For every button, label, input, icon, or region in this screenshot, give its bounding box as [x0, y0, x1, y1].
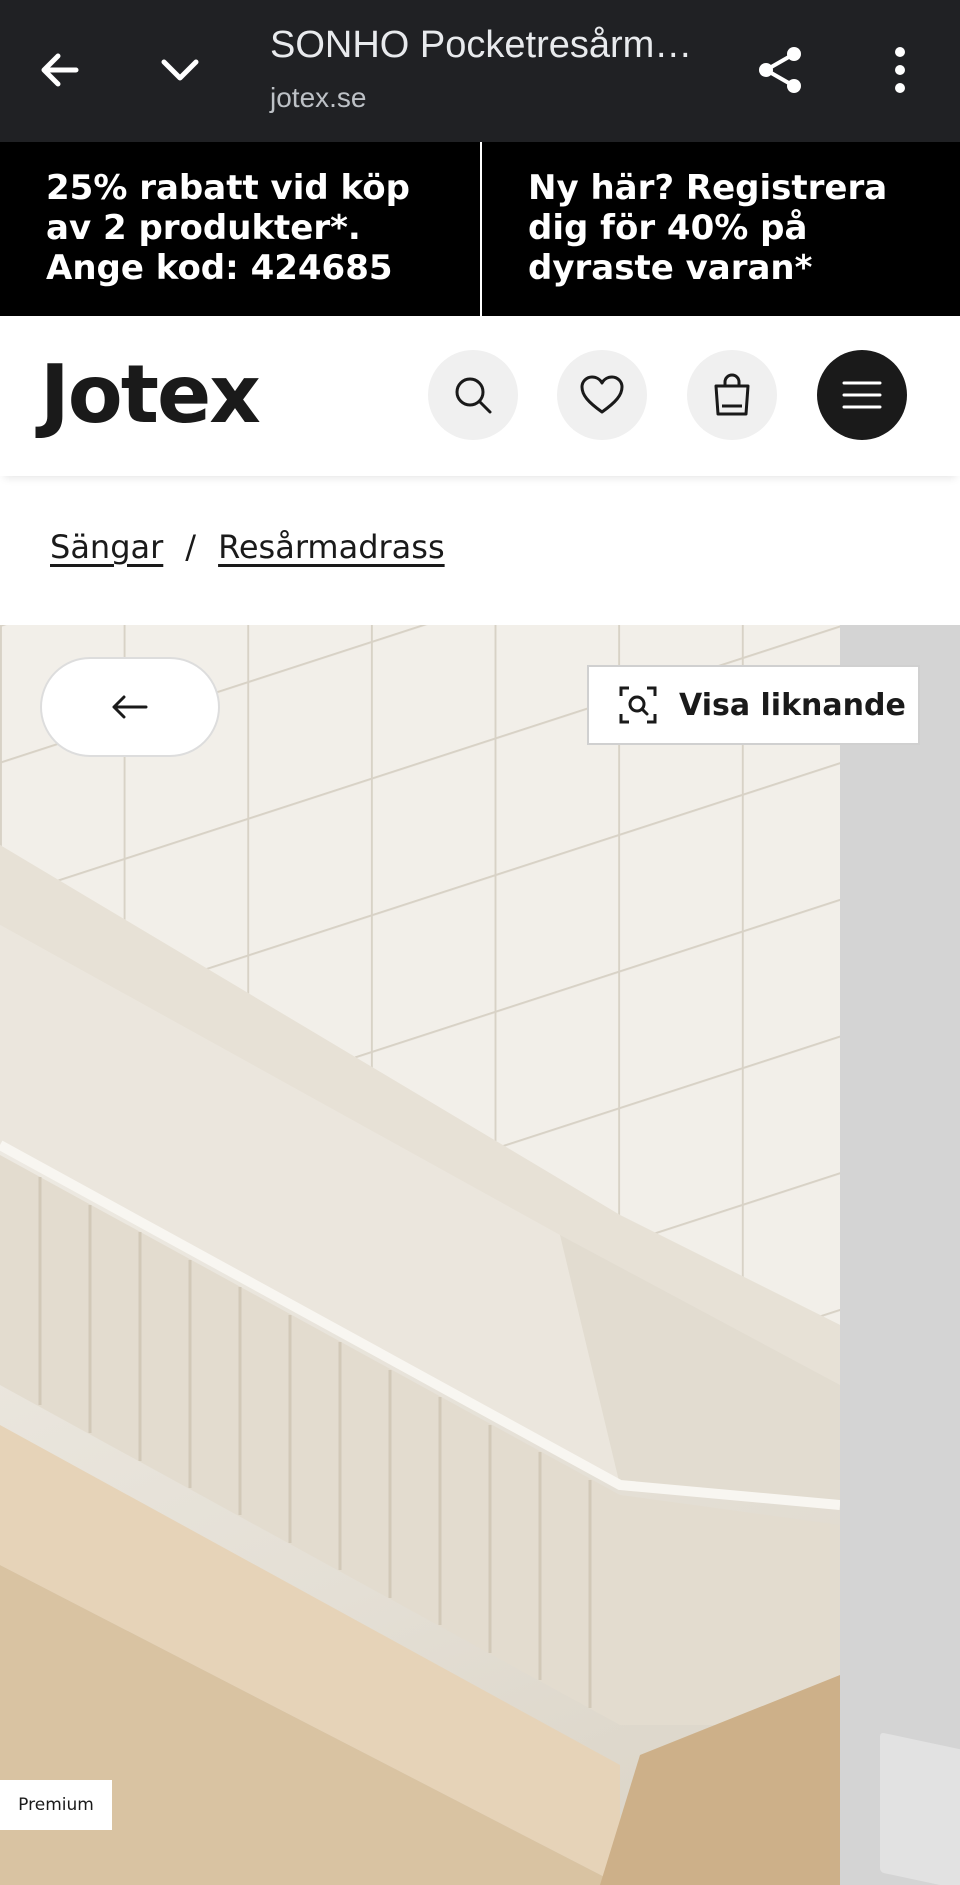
- menu-button[interactable]: [817, 350, 907, 440]
- menu-icon: [842, 381, 882, 409]
- search-button[interactable]: [428, 350, 518, 440]
- product-image-mattress[interactable]: [0, 625, 840, 1885]
- bag-icon: [714, 373, 750, 416]
- next-product-image-peek[interactable]: [880, 1732, 960, 1885]
- promo-banner: 25% rabatt vid köp av 2 produkter*. Ange…: [0, 142, 960, 316]
- browser-url[interactable]: jotex.se: [270, 82, 367, 114]
- arrow-left-icon: [112, 695, 148, 719]
- arrow-left-icon: [41, 53, 79, 87]
- breadcrumb-separator: /: [185, 528, 197, 566]
- mattress-illustration: [0, 625, 840, 1885]
- jotex-logo[interactable]: Jotex: [40, 348, 261, 441]
- site-header: Jotex: [0, 316, 960, 476]
- favorites-button[interactable]: [557, 350, 647, 440]
- promo-register[interactable]: Ny här? Registrera dig för 40% på dyrast…: [480, 142, 960, 316]
- visual-search-icon: [619, 686, 657, 724]
- browser-back-button[interactable]: [24, 34, 96, 106]
- breadcrumb: Sängar / Resårmadrass: [50, 528, 445, 566]
- browser-share-button[interactable]: [744, 34, 816, 106]
- breadcrumb-link-sangar[interactable]: Sängar: [50, 528, 163, 566]
- show-similar-button[interactable]: Visa liknande: [587, 665, 920, 745]
- more-vertical-icon: [895, 47, 905, 93]
- promo-discount[interactable]: 25% rabatt vid köp av 2 produkter*. Ange…: [0, 142, 480, 316]
- cart-button[interactable]: [687, 350, 777, 440]
- product-gallery[interactable]: Visa liknande Premium: [0, 625, 960, 1885]
- heart-icon: [580, 375, 624, 414]
- browser-page-title: SONHO Pocketresårm…: [270, 24, 693, 66]
- premium-badge: Premium: [0, 1780, 112, 1830]
- show-similar-label: Visa liknande: [679, 687, 906, 723]
- share-icon: [759, 47, 801, 93]
- browser-menu-button[interactable]: [864, 34, 936, 106]
- chevron-down-icon: [161, 59, 199, 81]
- browser-toolbar: SONHO Pocketresårm… jotex.se: [0, 0, 960, 142]
- gallery-back-button[interactable]: [40, 657, 220, 757]
- browser-collapse-button[interactable]: [144, 34, 216, 106]
- search-icon: [455, 377, 492, 414]
- breadcrumb-link-resarmadrass[interactable]: Resårmadrass: [218, 528, 445, 566]
